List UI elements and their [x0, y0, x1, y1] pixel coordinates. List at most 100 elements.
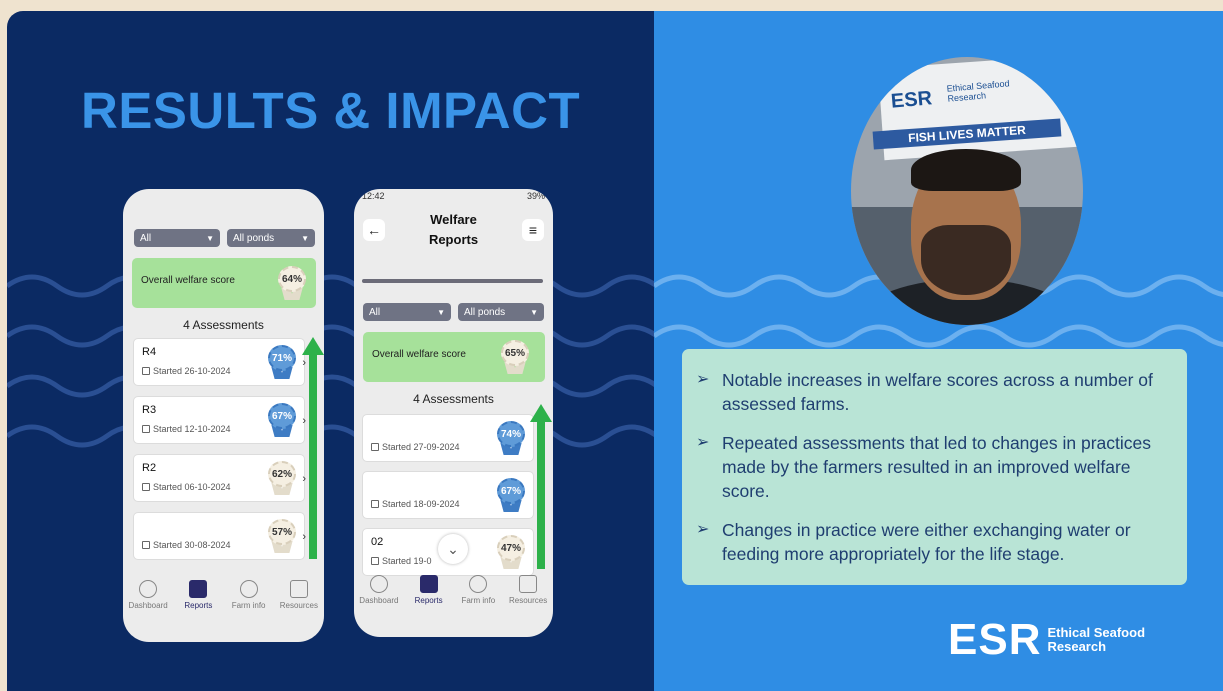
assessment-date: Started 30-08-2024 — [142, 540, 231, 550]
score-value: 57% — [268, 519, 296, 545]
filter-dropdown-ponds[interactable]: All ponds ▼ — [458, 303, 544, 321]
bottom-tab-bar: Dashboard Reports Farm info Resources — [123, 580, 324, 620]
filter-label: All ponds — [464, 306, 506, 318]
resources-icon — [519, 575, 538, 593]
impact-textbox: Notable increases in welfare scores acro… — [682, 349, 1187, 585]
date-text: Started 30-08-2024 — [153, 540, 231, 550]
reports-icon — [419, 575, 438, 593]
medal-icon: 71% — [268, 345, 296, 379]
menu-icon[interactable]: ≡ — [522, 219, 544, 241]
dashboard-icon — [139, 580, 158, 598]
page-title: Welfare Reports — [394, 210, 513, 250]
logo-text-line: Research — [1047, 639, 1107, 654]
overall-welfare-score[interactable]: Overall welfare score 64% — [132, 258, 316, 308]
tab-farm-info[interactable]: Farm info — [225, 580, 273, 620]
filter-dropdown-all[interactable]: All ▼ — [363, 303, 451, 321]
left-panel: RESULTS & IMPACT All ▼ All ponds ▼ Overall… — [7, 11, 654, 691]
assessment-date: Started 06-10-2024 — [142, 482, 231, 492]
back-arrow-icon[interactable]: ← — [363, 219, 385, 241]
assessment-date: Started 19-0 — [371, 556, 432, 566]
resources-icon — [289, 580, 308, 598]
medal-icon: 67% — [497, 478, 525, 512]
trend-arrow-icon — [302, 337, 324, 355]
assessment-card[interactable]: R3 Started 12-10-2024 67% › — [134, 397, 306, 443]
score-value: 74% — [497, 421, 525, 447]
calendar-icon — [142, 367, 150, 375]
tab-reports[interactable]: Reports — [405, 575, 453, 615]
speaker-video: ESR Ethical Seafood Research FISH LIVES … — [851, 57, 1083, 325]
tab-reports[interactable]: Reports — [174, 580, 222, 620]
date-text: Started 18-09-2024 — [382, 499, 460, 509]
score-value: 47% — [497, 535, 525, 561]
speaker-hair — [911, 149, 1021, 191]
assessment-date: Started 26-10-2024 — [142, 366, 231, 376]
title-line-1: Welfare — [430, 212, 477, 227]
assessment-card[interactable]: R2 Started 06-10-2024 62% › — [134, 455, 306, 501]
filter-label: All — [369, 306, 381, 318]
right-panel: ESR Ethical Seafood Research FISH LIVES … — [654, 11, 1223, 691]
score-value: 62% — [268, 461, 296, 487]
date-text: Started 27-09-2024 — [382, 442, 460, 452]
assessment-card[interactable]: Started 18-09-2024 67% — [363, 472, 533, 518]
assessments-count: 4 Assessments — [413, 392, 494, 406]
overall-label: Overall welfare score — [141, 275, 235, 286]
overall-welfare-score[interactable]: Overall welfare score 65% — [363, 332, 545, 382]
status-bar: 12:42 39% — [362, 191, 545, 203]
trend-arrow-shaft — [309, 352, 317, 559]
logo-text-line: Ethical Seafood — [1047, 625, 1146, 640]
score-value: 64% — [278, 266, 306, 292]
overall-label: Overall welfare score — [372, 349, 466, 360]
tab-dashboard[interactable]: Dashboard — [355, 575, 403, 615]
tab-label: Dashboard — [359, 596, 399, 605]
chevron-down-icon: ▼ — [437, 307, 445, 317]
bottom-tab-bar: Dashboard Reports Farm info Resources — [354, 575, 553, 615]
assessment-card[interactable]: Started 27-09-2024 74% — [363, 415, 533, 461]
chevron-down-icon: ▼ — [530, 307, 538, 317]
speaker-beard — [921, 225, 1011, 295]
date-text: Started 06-10-2024 — [153, 482, 231, 492]
assessment-code: R3 — [142, 404, 157, 416]
score-value: 71% — [268, 345, 296, 371]
tab-label: Reports — [414, 596, 443, 605]
title-line-2: Reports — [428, 232, 479, 247]
bullet-item: Repeated assessments that led to changes… — [696, 431, 1166, 503]
reports-icon — [189, 580, 208, 598]
assessment-card[interactable]: R4 Started 26-10-2024 71% › — [134, 339, 306, 385]
filter-dropdown-all[interactable]: All ▼ — [134, 229, 220, 247]
header-divider — [362, 279, 543, 283]
chevron-right-icon: › — [302, 531, 306, 543]
slide-title: RESULTS & IMPACT — [81, 82, 581, 139]
tab-dashboard[interactable]: Dashboard — [124, 580, 172, 620]
calendar-icon — [142, 541, 150, 549]
tab-label: Resources — [509, 596, 548, 605]
medal-icon: 62% — [268, 461, 296, 495]
tab-farm-info[interactable]: Farm info — [454, 575, 502, 615]
chevron-right-icon: › — [302, 357, 306, 369]
tab-resources[interactable]: Resources — [504, 575, 552, 615]
trend-arrow-shaft — [537, 419, 545, 569]
tab-resources[interactable]: Resources — [275, 580, 323, 620]
date-text: Started 26-10-2024 — [153, 366, 231, 376]
assessment-date: Started 18-09-2024 — [371, 499, 460, 509]
info-icon — [469, 575, 488, 593]
medal-icon: 64% — [278, 266, 306, 300]
assessments-count: 4 Assessments — [183, 318, 264, 332]
medal-icon: 74% — [497, 421, 525, 455]
bullet-item: Changes in practice were either exchangi… — [696, 518, 1166, 566]
chevron-down-icon: ▼ — [301, 233, 309, 243]
assessment-card[interactable]: Started 30-08-2024 57% › — [134, 513, 306, 559]
scroll-down-button[interactable]: ⌄ — [438, 534, 468, 564]
status-battery: 39% — [526, 191, 545, 201]
presentation-slide: RESULTS & IMPACT All ▼ All ponds ▼ Overall… — [7, 11, 1223, 691]
bullet-item: Notable increases in welfare scores acro… — [696, 368, 1166, 416]
esr-logo: ESR Ethical Seafood Research — [948, 618, 1145, 662]
score-value: 67% — [497, 478, 525, 504]
chevron-down-icon: ▼ — [206, 233, 214, 243]
assessment-code: R2 — [142, 462, 157, 474]
date-text: Started 19-0 — [382, 556, 432, 566]
tab-label: Reports — [184, 601, 213, 610]
filter-label: All ponds — [233, 232, 275, 244]
medal-icon: 65% — [501, 340, 529, 374]
filter-dropdown-ponds[interactable]: All ponds ▼ — [227, 229, 315, 247]
filter-label: All — [140, 232, 152, 244]
